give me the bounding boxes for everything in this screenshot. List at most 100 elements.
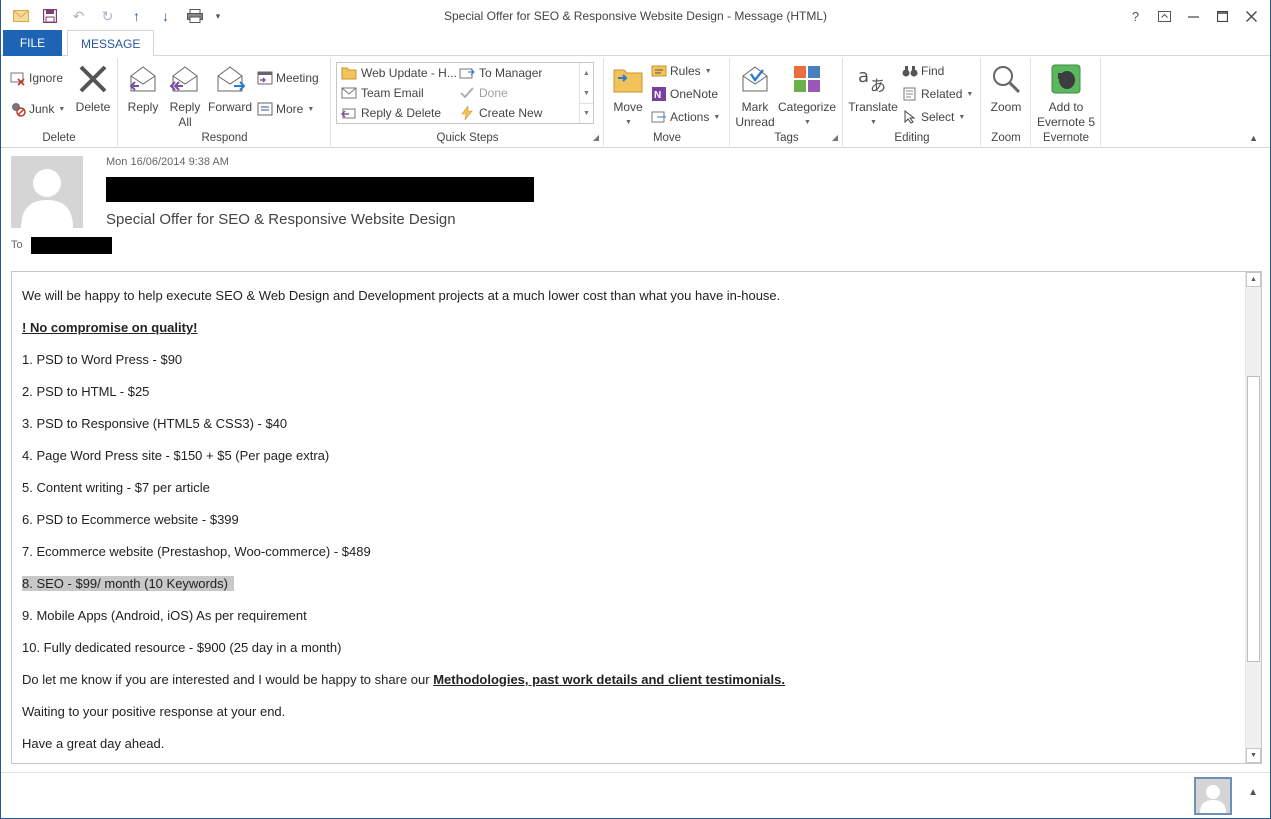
reply-all-icon bbox=[169, 63, 201, 95]
delete-x-icon bbox=[77, 63, 109, 95]
group-tags: Mark Unread Categorize ▼ ◢ Tags bbox=[731, 58, 843, 146]
translate-icon: aあ bbox=[857, 63, 889, 95]
forward-button[interactable]: Forward bbox=[207, 63, 253, 115]
categorize-label: Categorize bbox=[777, 100, 837, 114]
people-pane-bar: ▲ bbox=[1, 772, 1270, 818]
ignore-label: Ignore bbox=[29, 71, 64, 85]
junk-button[interactable]: Junk ▼ bbox=[10, 101, 65, 117]
zoom-button[interactable]: Zoom bbox=[986, 63, 1026, 115]
reply-all-label-1: Reply bbox=[169, 100, 201, 114]
quick-step-done[interactable]: Done bbox=[459, 85, 508, 101]
group-respond-label: Respond bbox=[201, 132, 248, 144]
chevron-down-icon: ▼ bbox=[804, 119, 811, 126]
list-item: 3. PSD to Responsive (HTML5 & CSS3) - $4… bbox=[22, 416, 288, 431]
related-button[interactable]: Related ▼ bbox=[902, 86, 973, 102]
maximize-icon[interactable] bbox=[1208, 4, 1237, 28]
more-respond-button[interactable]: More ▼ bbox=[257, 101, 314, 117]
closing-link[interactable]: Methodologies, past work details and cli… bbox=[433, 672, 785, 687]
gallery-more-icon[interactable]: ▼ bbox=[580, 103, 593, 123]
forward-icon bbox=[214, 63, 246, 95]
redacted-sender bbox=[106, 177, 534, 202]
to-label: To bbox=[11, 239, 23, 251]
scroll-thumb[interactable] bbox=[1247, 376, 1260, 662]
ignore-button[interactable]: Ignore bbox=[10, 70, 63, 86]
group-evernote: Add to Evernote 5 Evernote bbox=[1032, 58, 1101, 146]
chevron-down-icon: ▼ bbox=[704, 67, 712, 75]
quick-step-team-email[interactable]: Team Email bbox=[341, 85, 424, 101]
mail-icon bbox=[341, 85, 357, 101]
more-label: More bbox=[276, 102, 304, 116]
meeting-icon bbox=[257, 70, 273, 86]
window-title: Special Offer for SEO & Responsive Websi… bbox=[443, 9, 828, 23]
delete-button[interactable]: Delete bbox=[73, 63, 113, 115]
chevron-down-icon: ▼ bbox=[307, 105, 315, 113]
minimize-icon[interactable] bbox=[1179, 4, 1208, 28]
quick-step-web-update[interactable]: Web Update - H... bbox=[341, 65, 457, 81]
group-tags-label: Tags bbox=[774, 132, 799, 144]
quick-steps-gallery: Web Update - H... To Manager Team Email bbox=[336, 62, 594, 124]
select-label: Select bbox=[921, 110, 955, 124]
mark-unread-label-2: Unread bbox=[735, 115, 775, 129]
actions-button[interactable]: Actions ▼ bbox=[651, 109, 720, 125]
scroll-down-icon[interactable]: ▼ bbox=[580, 83, 593, 103]
add-to-evernote-button[interactable]: Add to Evernote 5 bbox=[1034, 63, 1098, 130]
quick-step-label: Reply & Delete bbox=[361, 106, 442, 120]
list-item: 9. Mobile Apps (Android, iOS) As per req… bbox=[22, 608, 307, 623]
body-vertical-scrollbar[interactable]: ▲ ▼ bbox=[1245, 272, 1261, 763]
onenote-button[interactable]: N OneNote bbox=[651, 86, 718, 102]
meeting-label: Meeting bbox=[276, 71, 319, 85]
actions-label: Actions bbox=[670, 110, 710, 124]
quick-step-label: Create New bbox=[479, 106, 543, 120]
message-body[interactable]: We will be happy to help execute SEO & W… bbox=[22, 288, 1232, 763]
onenote-icon: N bbox=[651, 86, 667, 102]
body-signoff: Have a great day ahead. bbox=[22, 736, 165, 751]
delete-label: Delete bbox=[75, 100, 111, 114]
people-pane-avatar[interactable] bbox=[1194, 777, 1232, 815]
group-delete: Ignore Junk ▼ Delete Delete bbox=[1, 58, 118, 146]
svg-text:a: a bbox=[858, 66, 869, 87]
window-controls: ? bbox=[1121, 4, 1266, 28]
list-item: 1. PSD to Word Press - $90 bbox=[22, 352, 183, 367]
svg-text:あ: あ bbox=[870, 76, 886, 94]
scroll-down-icon[interactable]: ▼ bbox=[1246, 748, 1261, 763]
find-button[interactable]: Find bbox=[902, 63, 944, 79]
sender-avatar[interactable] bbox=[11, 156, 83, 228]
tab-file[interactable]: FILE bbox=[3, 30, 62, 56]
tab-message[interactable]: MESSAGE bbox=[67, 30, 155, 57]
help-button[interactable]: ? bbox=[1121, 4, 1150, 28]
group-move-label: Move bbox=[652, 132, 682, 144]
categorize-button[interactable]: Categorize ▼ bbox=[777, 63, 837, 130]
meeting-button[interactable]: Meeting bbox=[257, 70, 319, 86]
ribbon: Ignore Junk ▼ Delete Delete Reply Reply … bbox=[1, 56, 1270, 148]
binoculars-icon bbox=[902, 63, 918, 79]
quick-step-to-manager[interactable]: To Manager bbox=[459, 65, 542, 81]
translate-button[interactable]: aあ Translate ▼ bbox=[846, 63, 900, 130]
quick-step-reply-delete[interactable]: Reply & Delete bbox=[341, 105, 441, 121]
scroll-up-icon[interactable]: ▲ bbox=[1246, 272, 1261, 287]
chevron-down-icon: ▼ bbox=[958, 113, 966, 121]
rules-button[interactable]: Rules ▼ bbox=[651, 63, 712, 79]
quick-step-create-new[interactable]: Create New bbox=[459, 105, 542, 121]
close-icon[interactable] bbox=[1237, 4, 1266, 28]
quick-step-label: Team Email bbox=[361, 86, 424, 100]
list-item: 5. Content writing - $7 per article bbox=[22, 480, 210, 495]
mark-unread-button[interactable]: Mark Unread bbox=[733, 63, 777, 130]
translate-label: Translate bbox=[848, 100, 898, 114]
ribbon-display-options-icon[interactable] bbox=[1150, 4, 1179, 28]
move-folder-icon bbox=[612, 63, 644, 95]
zoom-label: Zoom bbox=[990, 100, 1022, 114]
related-label: Related bbox=[921, 87, 963, 101]
ribbon-tabs: FILE MESSAGE bbox=[1, 30, 1270, 57]
reply-button[interactable]: Reply bbox=[123, 63, 163, 115]
select-button[interactable]: Select ▼ bbox=[902, 109, 965, 125]
mark-unread-icon bbox=[739, 63, 771, 95]
scroll-up-icon[interactable]: ▲ bbox=[580, 63, 593, 83]
junk-label: Junk bbox=[29, 102, 55, 116]
group-delete-label: Delete bbox=[42, 132, 76, 144]
expand-people-pane-icon[interactable]: ▲ bbox=[1248, 787, 1258, 798]
collapse-ribbon-icon[interactable]: ▲ bbox=[1249, 133, 1258, 143]
sent-date: Mon 16/06/2014 9:38 AM bbox=[106, 156, 229, 168]
group-evernote-label: Evernote bbox=[1042, 132, 1090, 144]
move-button[interactable]: Move ▼ bbox=[608, 63, 648, 130]
reply-all-button[interactable]: Reply All bbox=[165, 63, 205, 130]
